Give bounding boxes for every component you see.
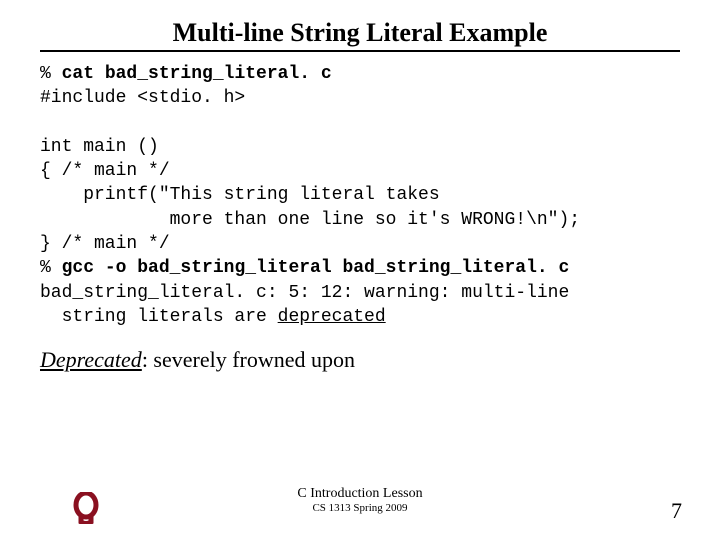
footer-lesson: C Introduction Lesson	[0, 486, 720, 502]
code-line: { /* main */	[40, 161, 170, 181]
definition-line: Deprecated: severely frowned upon	[40, 347, 680, 373]
code-line: int main ()	[40, 137, 159, 157]
prompt: %	[40, 64, 62, 84]
code-line: string literals are	[40, 307, 278, 327]
term-deprecated: Deprecated	[40, 347, 142, 372]
definition-text: : severely frowned upon	[142, 347, 355, 372]
code-line: #include <stdio. h>	[40, 88, 245, 108]
code-line: more than one line so it's WRONG!\n");	[40, 210, 580, 230]
command-cat: cat bad_string_literal. c	[62, 64, 332, 84]
code-block: % cat bad_string_literal. c #include <st…	[40, 62, 680, 329]
prompt: %	[40, 258, 62, 278]
code-line: printf("This string literal takes	[40, 185, 440, 205]
code-line: } /* main */	[40, 234, 170, 254]
footer-course: CS 1313 Spring 2009	[0, 502, 720, 515]
footer: C Introduction Lesson CS 1313 Spring 200…	[0, 486, 720, 526]
page-number: 7	[671, 498, 682, 524]
command-gcc: gcc -o bad_string_literal bad_string_lit…	[62, 258, 570, 278]
deprecated-word: deprecated	[278, 307, 386, 327]
slide-title: Multi-line String Literal Example	[40, 18, 680, 52]
code-line: bad_string_literal. c: 5: 12: warning: m…	[40, 283, 569, 303]
